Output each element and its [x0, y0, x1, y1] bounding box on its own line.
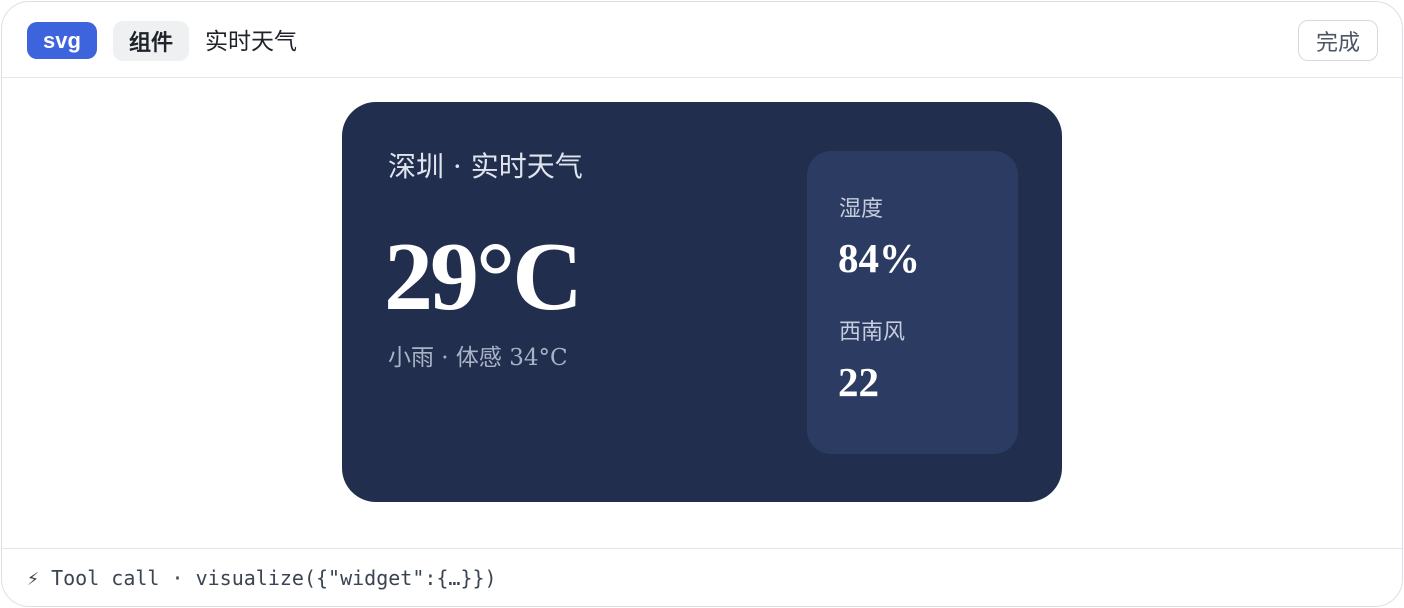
temperature-value: 29°C: [384, 223, 583, 331]
humidity-value: 84%: [838, 235, 920, 281]
format-badge: svg: [27, 22, 97, 59]
widget-content: 深圳 · 实时天气 29°C 小雨 · 体感 34°C 湿度 84% 西南风 2…: [2, 78, 1402, 550]
done-button[interactable]: 完成: [1298, 20, 1378, 61]
widget-header: svg 组件 实时天气 完成: [2, 2, 1402, 78]
stats-panel: 湿度 84% 西南风 22: [807, 151, 1018, 454]
wind-label: 西南风: [839, 320, 906, 345]
widget-footer: ⚡ Tool call · visualize({"widget":{…}}): [2, 548, 1402, 606]
wind-value: 22: [838, 359, 879, 405]
weather-card: 深圳 · 实时天气 29°C 小雨 · 体感 34°C 湿度 84% 西南风 2…: [342, 102, 1062, 502]
type-chip: 组件: [113, 21, 189, 61]
humidity-label: 湿度: [839, 197, 884, 222]
widget-frame: svg 组件 实时天气 完成 深圳 · 实时天气 29°C 小雨 · 体感 34…: [1, 1, 1403, 607]
condition-text: 小雨 · 体感 34°C: [388, 345, 568, 371]
widget-title: 实时天气: [205, 28, 297, 54]
city-heading: 深圳 · 实时天气: [388, 150, 583, 183]
tool-call-text: ⚡ Tool call · visualize({"widget":{…}}): [27, 566, 497, 590]
